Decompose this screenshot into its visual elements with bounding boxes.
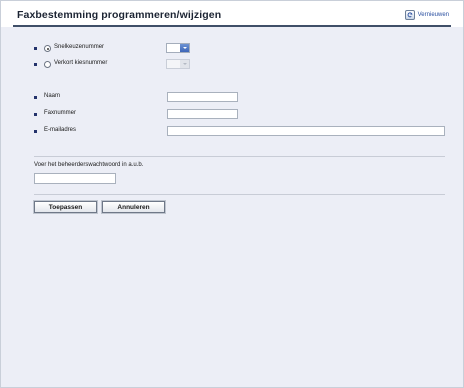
refresh-icon <box>404 9 415 20</box>
speed-dial-select[interactable] <box>166 43 190 53</box>
chevron-down-icon <box>180 60 189 68</box>
apply-button[interactable]: Toepassen <box>33 200 98 214</box>
form-panel: Snelkeuzenummer Verkort kiesnummer Naam … <box>1 27 463 387</box>
bullet-icon <box>34 63 37 66</box>
fax-number-field[interactable] <box>167 109 238 119</box>
speed-dial-label: Snelkeuzenummer <box>54 44 105 50</box>
section-divider <box>34 194 445 195</box>
fax-number-label: Faxnummer <box>44 110 77 116</box>
short-dial-label: Verkort kiesnummer <box>54 60 108 66</box>
bullet-icon <box>34 96 37 99</box>
page-title: Faxbestemming programmeren/wijzigen <box>17 9 222 21</box>
refresh-button[interactable]: Vernieuwen <box>404 9 449 20</box>
page-header: Faxbestemming programmeren/wijzigen Vern… <box>1 1 463 27</box>
short-dial-select[interactable] <box>166 59 190 69</box>
refresh-label: Vernieuwen <box>417 11 449 18</box>
section-divider <box>34 156 445 157</box>
email-field[interactable] <box>167 126 445 136</box>
bullet-icon <box>34 47 37 50</box>
window-frame: Faxbestemming programmeren/wijzigen Vern… <box>0 0 464 388</box>
speed-dial-radio[interactable] <box>44 45 51 52</box>
chevron-down-icon <box>180 44 189 52</box>
name-label: Naam <box>44 93 61 99</box>
password-label: Voer het beheerderswachtwoord in a.u.b. <box>34 162 144 168</box>
bullet-icon <box>34 113 37 116</box>
name-field[interactable] <box>167 92 238 102</box>
cancel-button[interactable]: Annuleren <box>101 200 166 214</box>
password-field[interactable] <box>34 173 116 184</box>
bullet-icon <box>34 130 37 133</box>
email-label: E-mailadres <box>44 127 77 133</box>
short-dial-radio[interactable] <box>44 61 51 68</box>
